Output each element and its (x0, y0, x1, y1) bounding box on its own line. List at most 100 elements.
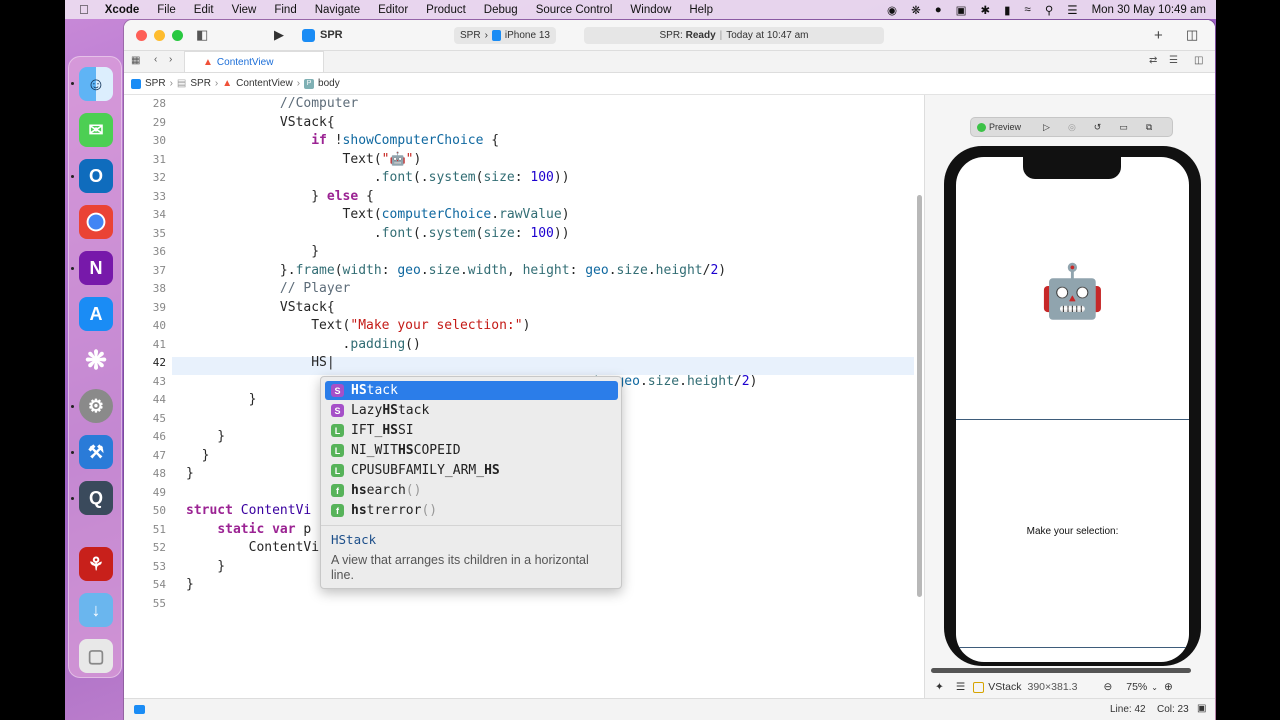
add-icon[interactable]: + (1154, 27, 1163, 44)
xcode-icon[interactable]: ⚒ (79, 435, 113, 469)
control-center-icon[interactable]: ☰ (1067, 3, 1077, 17)
code-line[interactable]: VStack{ (186, 299, 335, 318)
autocomplete-item[interactable]: S LazyHStack (325, 401, 618, 420)
clock[interactable]: Mon 30 May 10:49 am (1092, 4, 1206, 16)
menu-file[interactable]: File (157, 4, 176, 16)
close-window-button[interactable] (136, 30, 147, 41)
zoom-menu-icon[interactable]: ⌄ (1151, 683, 1158, 692)
minimize-window-button[interactable] (154, 30, 165, 41)
zoom-window-button[interactable] (172, 30, 183, 41)
code-line[interactable]: VStack{ (186, 114, 335, 133)
code-line[interactable]: //Computer (186, 95, 358, 114)
code-line[interactable]: Text(computerChoice.rawValue) (186, 206, 570, 225)
code-line[interactable]: } else { (186, 188, 374, 207)
autocomplete-item[interactable]: L NI_WITHSCOPEID (325, 441, 618, 460)
gear-status-icon[interactable]: ❋ (911, 3, 921, 17)
code-line[interactable]: } (186, 447, 210, 466)
code-line[interactable]: ContentVi (186, 539, 319, 558)
profile-icon[interactable]: ● (935, 4, 942, 16)
code-line[interactable]: } (186, 465, 194, 484)
system-preferences-icon[interactable]: ⚙ (79, 389, 113, 423)
menu-help[interactable]: Help (689, 4, 713, 16)
battery-icon[interactable]: ▮ (1004, 3, 1010, 17)
jump-symbol[interactable]: body (318, 78, 340, 89)
inspector-toggle-icon[interactable]: ◫ (1186, 27, 1198, 43)
live-preview-icon[interactable]: ▷ (1043, 122, 1050, 133)
code-line[interactable]: struct ContentVi (186, 502, 311, 521)
apple-menu-icon[interactable]:  (79, 2, 89, 17)
bluetooth-icon[interactable]: ✱ (981, 3, 991, 17)
menu-app-name[interactable]: Xcode (105, 4, 140, 16)
chrome-icon[interactable] (79, 205, 113, 239)
record-icon[interactable]: ◉ (887, 3, 897, 17)
app-store-icon[interactable]: A (79, 297, 113, 331)
jump-file[interactable]: ContentView (236, 78, 293, 89)
downloads-folder-icon[interactable]: ↓ (79, 593, 113, 627)
autocomplete-item[interactable]: L CPUSUBFAMILY_ARM_HS (325, 461, 618, 480)
code-line[interactable]: } (186, 576, 194, 595)
code-line[interactable]: HS| (186, 354, 335, 373)
code-line[interactable]: static var p (186, 521, 311, 540)
trash-icon[interactable]: ▢ (79, 639, 113, 673)
menu-navigate[interactable]: Navigate (315, 4, 360, 16)
variants-icon[interactable]: ☰ (956, 681, 965, 693)
quicktime-icon[interactable]: Q (79, 481, 113, 515)
outlook-icon[interactable]: O (79, 159, 113, 193)
back-icon[interactable]: ‹ (154, 54, 157, 65)
code-line[interactable]: } (186, 558, 225, 577)
autocomplete-item[interactable]: S HStack (325, 381, 618, 400)
messages-icon[interactable]: ✉ (79, 113, 113, 147)
jump-folder[interactable]: SPR (190, 78, 211, 89)
code-line[interactable]: Text("🤖") (186, 151, 422, 170)
code-line[interactable]: if !showComputerChoice { (186, 132, 499, 151)
split-editor-icon[interactable]: ◫ (1194, 55, 1203, 66)
menu-edit[interactable]: Edit (194, 4, 214, 16)
menu-product[interactable]: Product (426, 4, 466, 16)
related-items-icon[interactable]: ⇄ (1149, 55, 1157, 66)
device-settings-icon[interactable]: ▭ (1119, 122, 1128, 133)
photos-loading-icon[interactable]: ❋ (79, 343, 113, 377)
code-line[interactable]: .font(.system(size: 100)) (186, 225, 570, 244)
code-line[interactable]: } (186, 428, 225, 447)
zoom-out-icon[interactable]: ⊖ (1103, 681, 1112, 693)
menu-editor[interactable]: Editor (378, 4, 408, 16)
code-line[interactable]: }.frame(width: geo.size.width, height: g… (186, 262, 726, 281)
finder-icon[interactable]: ☺ (79, 67, 113, 101)
debug-panel-icon[interactable]: ▣ (1197, 703, 1206, 714)
code-line[interactable]: .padding() (186, 336, 421, 355)
menu-source-control[interactable]: Source Control (536, 4, 613, 16)
rotate-icon[interactable]: ↺ (1094, 122, 1102, 133)
duplicate-icon[interactable]: ⧉ (1146, 122, 1152, 133)
menu-window[interactable]: Window (630, 4, 671, 16)
scheme-selector[interactable]: SPR › iPhone 13 (454, 27, 556, 44)
editor-options-icon[interactable]: ☰ (1169, 55, 1178, 66)
preview-label[interactable]: Preview (989, 122, 1021, 132)
zoom-level[interactable]: 75% (1126, 681, 1147, 693)
acrobat-icon[interactable]: ⚘ (79, 547, 113, 581)
autocomplete-item[interactable]: f hsearch() (325, 481, 618, 500)
grid-icon[interactable]: ▦ (131, 55, 140, 66)
onenote-icon[interactable]: N (79, 251, 113, 285)
code-line[interactable]: } (186, 391, 257, 410)
preview-hscrollbar[interactable] (931, 668, 1191, 673)
menu-find[interactable]: Find (274, 4, 296, 16)
code-line[interactable]: } (186, 243, 319, 262)
run-button[interactable]: ▶ (274, 27, 284, 43)
tab-contentview[interactable]: ▲ ContentView (184, 51, 324, 72)
pin-icon[interactable]: ✦ (935, 681, 944, 693)
jump-project[interactable]: SPR (145, 78, 166, 89)
autocomplete-item[interactable]: f hstrerror() (325, 501, 618, 520)
debug-area-toggle-icon[interactable] (134, 705, 145, 714)
search-icon[interactable]: ⚲ (1045, 3, 1053, 17)
code-line[interactable]: Text("Make your selection:") (186, 317, 530, 336)
menu-view[interactable]: View (232, 4, 257, 16)
inspect-icon[interactable]: ◎ (1068, 122, 1076, 133)
wifi-icon[interactable]: ≈ (1025, 4, 1031, 16)
code-line[interactable]: .font(.system(size: 100)) (186, 169, 570, 188)
window-icon[interactable]: ▣ (956, 3, 967, 17)
editor-scrollbar[interactable] (917, 195, 922, 597)
forward-icon[interactable]: › (169, 54, 172, 65)
menu-debug[interactable]: Debug (484, 4, 518, 16)
zoom-in-icon[interactable]: ⊕ (1164, 681, 1173, 693)
code-line[interactable]: // Player (186, 280, 350, 299)
